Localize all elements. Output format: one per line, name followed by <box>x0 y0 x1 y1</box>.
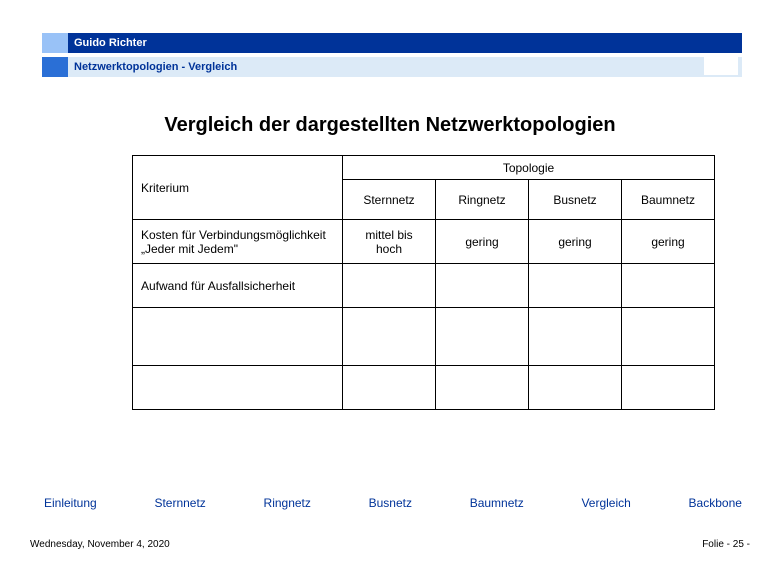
section-nav: Einleitung Sternnetz Ringnetz Busnetz Ba… <box>44 496 742 510</box>
row-label <box>133 308 343 366</box>
cell-value <box>436 264 529 308</box>
row-label <box>133 366 343 410</box>
footer-page: Folie - 25 - <box>702 539 750 550</box>
cell-value <box>436 366 529 410</box>
logo-placeholder <box>704 53 738 75</box>
cell-value <box>529 308 622 366</box>
nav-link-einleitung[interactable]: Einleitung <box>44 496 97 510</box>
criterion-header: Kriterium <box>133 156 343 220</box>
cell-value: gering <box>529 220 622 264</box>
cell-value <box>529 264 622 308</box>
footer-date: Wednesday, November 4, 2020 <box>30 539 170 550</box>
column-header: Busnetz <box>529 180 622 220</box>
nav-link-busnetz[interactable]: Busnetz <box>369 496 412 510</box>
cell-value <box>343 264 436 308</box>
cell-value: mittel bis hoch <box>343 220 436 264</box>
cell-value: gering <box>622 220 715 264</box>
slide-title: Vergleich der dargestellten Netzwerktopo… <box>0 114 780 137</box>
cell-value <box>436 308 529 366</box>
cell-value <box>529 366 622 410</box>
comparison-table: Kriterium Topologie Sternnetz Ringnetz B… <box>132 155 714 410</box>
cell-value <box>343 366 436 410</box>
nav-link-backbone[interactable]: Backbone <box>689 496 742 510</box>
nav-link-ringnetz[interactable]: Ringnetz <box>264 496 311 510</box>
slide-header: Guido Richter Netzwerktopologien - Vergl… <box>42 33 742 77</box>
slide-subtitle: Netzwerktopologien - Vergleich <box>70 61 237 73</box>
cell-value: gering <box>436 220 529 264</box>
nav-link-vergleich[interactable]: Vergleich <box>581 496 630 510</box>
nav-link-sternnetz[interactable]: Sternnetz <box>154 496 205 510</box>
accent-block <box>42 57 68 77</box>
slide-footer: Wednesday, November 4, 2020 Folie - 25 - <box>30 539 750 550</box>
author-bar: Guido Richter <box>42 33 742 53</box>
cell-value <box>622 264 715 308</box>
cell-value <box>622 366 715 410</box>
cell-value <box>622 308 715 366</box>
column-header: Ringnetz <box>436 180 529 220</box>
row-label: Aufwand für Ausfallsicherheit <box>133 264 343 308</box>
subtitle-bar: Netzwerktopologien - Vergleich <box>42 57 742 77</box>
column-header: Baumnetz <box>622 180 715 220</box>
accent-block <box>42 33 68 53</box>
topology-header: Topologie <box>343 156 715 180</box>
column-header: Sternnetz <box>343 180 436 220</box>
nav-link-baumnetz[interactable]: Baumnetz <box>470 496 524 510</box>
cell-value <box>343 308 436 366</box>
row-label: Kosten für Verbindungsmöglichkeit „Jeder… <box>133 220 343 264</box>
author-name: Guido Richter <box>70 37 147 49</box>
